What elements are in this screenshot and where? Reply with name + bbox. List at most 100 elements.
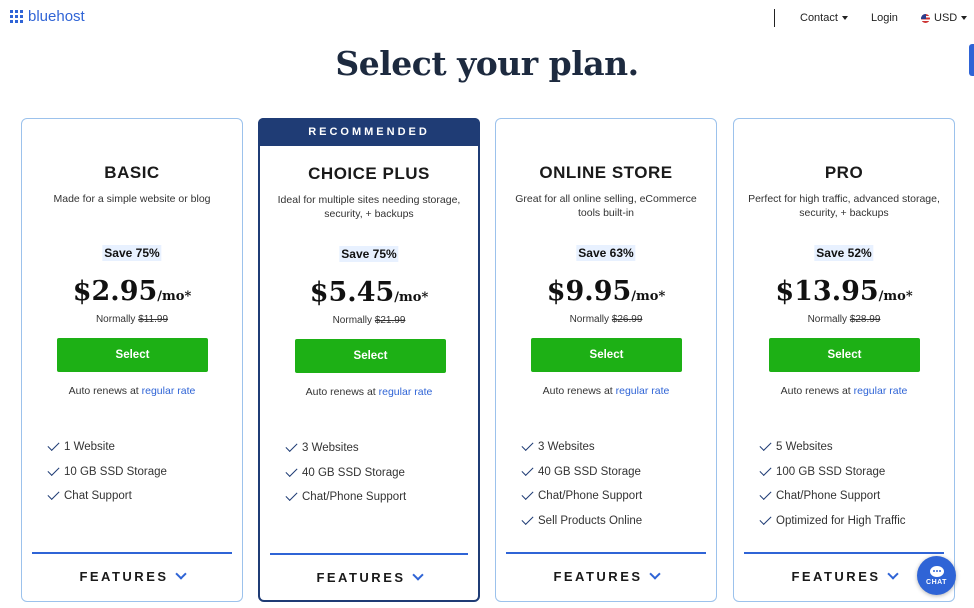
logo-text: bluehost [28, 8, 85, 25]
top-header: bluehost Contact Login USD [0, 0, 974, 38]
caret-down-icon [961, 16, 968, 20]
plan-card-online-store: ONLINE STORE Great for all online sellin… [495, 118, 717, 602]
feature-label: 100 GB SSD Storage [776, 465, 886, 478]
price-amount: $2.95 [72, 276, 158, 307]
feature-item: 1 Website [47, 435, 167, 460]
login-label: Login [871, 12, 898, 24]
price-period: /mo* [631, 289, 666, 304]
feature-label: 1 Website [64, 441, 115, 454]
checkmark-icon [759, 512, 772, 525]
plan-name: BASIC [104, 163, 160, 182]
checkmark-icon [521, 512, 534, 525]
checkmark-icon [285, 489, 298, 502]
features-label: FEATURES [316, 570, 406, 585]
divider [270, 553, 468, 555]
normal-price: Normally $28.99 [734, 314, 954, 325]
price-amount: $9.95 [546, 276, 632, 307]
features-toggle[interactable]: FEATURES [496, 568, 716, 584]
original-price: $26.99 [611, 314, 643, 325]
normal-price: Normally $26.99 [496, 314, 716, 325]
regular-rate-link[interactable]: regular rate [854, 385, 908, 397]
checkmark-icon [521, 463, 534, 476]
plan-name: ONLINE STORE [539, 163, 673, 182]
currency-selector[interactable]: USD [921, 12, 968, 24]
feature-label: Sell Products Online [538, 514, 643, 527]
checkmark-icon [521, 439, 534, 452]
feature-label: 3 Websites [538, 441, 595, 454]
select-pro-button[interactable]: Select [769, 338, 920, 372]
price-amount: $5.45 [309, 277, 395, 308]
checkmark-icon [759, 439, 772, 452]
us-flag-icon [921, 13, 930, 23]
plan-card-pro: PRO Perfect for high traffic, advanced s… [733, 118, 955, 602]
feature-label: Optimized for High Traffic [776, 514, 906, 527]
plan-description: Made for a simple website or blog [53, 193, 211, 205]
login-link[interactable]: Login [871, 12, 898, 24]
feature-list: 5 Websites 100 GB SSD Storage Chat/Phone… [759, 435, 906, 534]
checkmark-icon [759, 488, 772, 501]
normally-label: Normally [807, 314, 848, 325]
feature-item: 10 GB SSD Storage [47, 460, 167, 485]
feature-label: 5 Websites [776, 441, 833, 454]
features-label: FEATURES [79, 569, 169, 584]
renewal-note: Auto renews at regular rate [734, 385, 954, 397]
checkmark-icon [521, 488, 534, 501]
chevron-down-icon [411, 569, 424, 581]
feature-item: Chat Support [47, 484, 167, 509]
chat-button[interactable]: CHAT [917, 556, 956, 595]
feature-label: 40 GB SSD Storage [302, 466, 405, 479]
original-price: $21.99 [374, 315, 406, 326]
plan-card-choice-plus: RECOMMENDED CHOICE PLUS Ideal for multip… [258, 118, 480, 602]
price-amount: $13.95 [775, 276, 879, 307]
renewal-note: Auto renews at regular rate [496, 385, 716, 397]
feature-item: 40 GB SSD Storage [521, 460, 642, 485]
feature-label: Chat/Phone Support [776, 490, 881, 503]
price-period: /mo* [157, 289, 192, 304]
plan-name: CHOICE PLUS [308, 164, 430, 183]
features-toggle[interactable]: FEATURES [260, 569, 478, 585]
bluehost-logo[interactable]: bluehost [10, 8, 85, 25]
checkmark-icon [759, 463, 772, 476]
chevron-down-icon [886, 568, 899, 580]
contact-label: Contact [800, 12, 838, 24]
chat-label: CHAT [926, 578, 947, 586]
feature-item: 3 Websites [285, 436, 406, 461]
renews-text: Auto renews at [305, 386, 376, 398]
divider [506, 552, 706, 554]
feature-item: Optimized for High Traffic [759, 509, 906, 534]
divider [32, 552, 232, 554]
currency-label: USD [934, 12, 958, 24]
features-toggle[interactable]: FEATURES [22, 568, 242, 584]
regular-rate-link[interactable]: regular rate [142, 385, 196, 397]
chevron-down-icon [174, 568, 187, 580]
feature-item: 40 GB SSD Storage [285, 461, 406, 486]
renews-text: Auto renews at [68, 385, 139, 397]
feature-item: 5 Websites [759, 435, 906, 460]
feature-label: 40 GB SSD Storage [538, 465, 641, 478]
regular-rate-link[interactable]: regular rate [616, 385, 670, 397]
feature-item: Chat/Phone Support [285, 485, 406, 510]
feature-list: 1 Website 10 GB SSD Storage Chat Support [47, 435, 167, 509]
select-basic-button[interactable]: Select [57, 338, 208, 372]
normal-price: Normally $21.99 [260, 315, 478, 326]
select-choice-plus-button[interactable]: Select [295, 339, 446, 373]
plan-description: Ideal for multiple sites needing storage… [277, 194, 461, 220]
logo-grid-icon [10, 10, 23, 23]
nav-divider [774, 9, 775, 27]
price-period: /mo* [878, 289, 913, 304]
plan-card-basic: BASIC Made for a simple website or blog … [21, 118, 243, 602]
select-online-store-button[interactable]: Select [531, 338, 682, 372]
plan-description: Perfect for high traffic, advanced stora… [748, 193, 940, 219]
feature-item: 100 GB SSD Storage [759, 460, 906, 485]
plan-price: $5.45/mo* [260, 277, 478, 308]
plan-name: PRO [824, 163, 864, 182]
contact-menu[interactable]: Contact [800, 12, 848, 24]
feature-item: Chat/Phone Support [521, 484, 642, 509]
feature-item: 3 Websites [521, 435, 642, 460]
feature-label: 10 GB SSD Storage [64, 465, 167, 478]
regular-rate-link[interactable]: regular rate [379, 386, 433, 398]
normal-price: Normally $11.99 [22, 314, 242, 325]
plan-price: $9.95/mo* [496, 276, 716, 307]
checkmark-icon [285, 464, 298, 477]
save-badge: Save 75% [102, 245, 162, 261]
